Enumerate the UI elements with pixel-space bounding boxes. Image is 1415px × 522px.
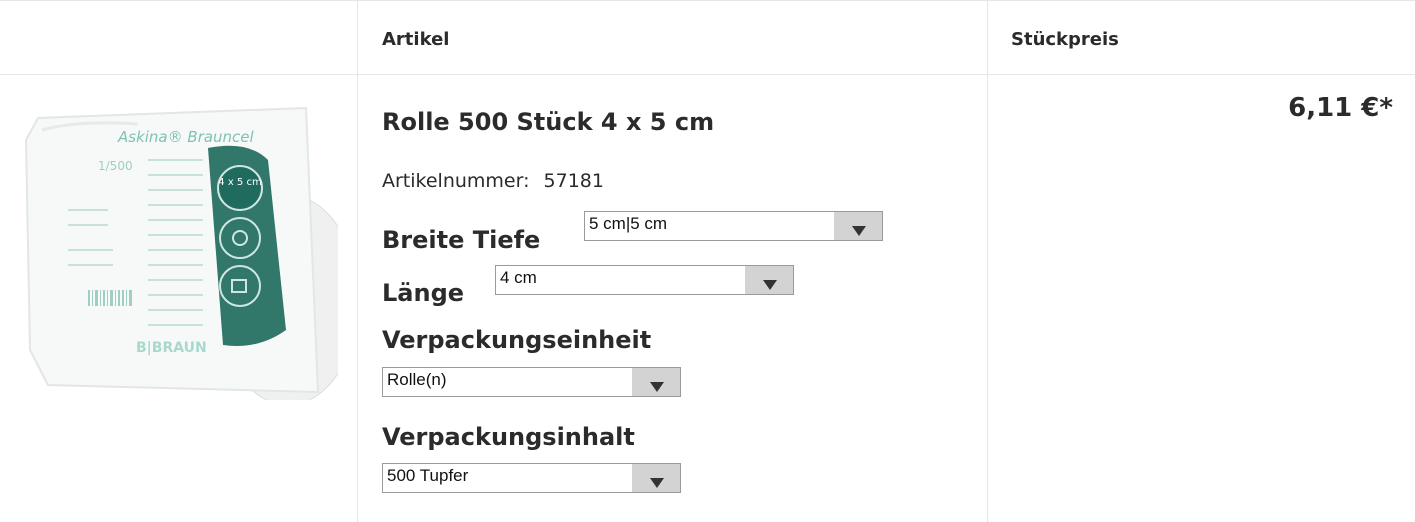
select-verpackungseinheit-value: Rolle(n) bbox=[387, 370, 447, 389]
article-number-value: 57181 bbox=[543, 170, 604, 192]
image-size-text: 4 x 5 cm bbox=[218, 177, 261, 188]
product-image[interactable]: Askina® Brauncel 1/500 4 x 5 cm B|BRAUN bbox=[18, 100, 338, 400]
select-laenge-value: 4 cm bbox=[500, 268, 537, 287]
column-header-unit-price: Stückpreis bbox=[1011, 29, 1119, 50]
select-verpackungsinhalt-value: 500 Tupfer bbox=[387, 466, 469, 485]
chevron-down-icon[interactable] bbox=[632, 368, 680, 396]
image-brand-text: Askina® Brauncel bbox=[117, 128, 255, 146]
product-title[interactable]: Rolle 500 Stück 4 x 5 cm bbox=[382, 108, 714, 136]
select-laenge[interactable]: 4 cm bbox=[495, 265, 794, 295]
column-header-article: Artikel bbox=[382, 29, 450, 50]
chevron-down-icon[interactable] bbox=[632, 464, 680, 492]
column-divider bbox=[357, 0, 358, 522]
select-breite-tiefe[interactable]: 5 cm|5 cm bbox=[584, 211, 883, 241]
option-label-laenge: Länge bbox=[382, 279, 465, 307]
chevron-down-icon[interactable] bbox=[745, 266, 793, 294]
select-verpackungseinheit[interactable]: Rolle(n) bbox=[382, 367, 681, 397]
option-label-breite-tiefe: Breite Tiefe bbox=[382, 226, 541, 254]
select-verpackungsinhalt[interactable]: 500 Tupfer bbox=[382, 463, 681, 493]
article-number: Artikelnummer: 57181 bbox=[382, 170, 604, 192]
option-label-verpackungseinheit: Verpackungseinheit bbox=[382, 326, 652, 354]
option-label-verpackungsinhalt: Verpackungsinhalt bbox=[382, 423, 635, 451]
product-table: Artikel Stückpreis Askina® Brauncel 1/50… bbox=[0, 0, 1415, 522]
select-breite-tiefe-value: 5 cm|5 cm bbox=[589, 214, 668, 233]
image-maker-text: B|BRAUN bbox=[136, 340, 207, 356]
table-header: Artikel Stückpreis bbox=[0, 0, 1415, 75]
unit-price: 6,11 €* bbox=[1288, 93, 1393, 123]
article-number-label: Artikelnummer: bbox=[382, 170, 530, 192]
image-count-text: 1/500 bbox=[98, 159, 133, 173]
column-divider bbox=[987, 0, 988, 522]
product-table-page: Artikel Stückpreis Askina® Brauncel 1/50… bbox=[0, 0, 1415, 522]
chevron-down-icon[interactable] bbox=[834, 212, 882, 240]
